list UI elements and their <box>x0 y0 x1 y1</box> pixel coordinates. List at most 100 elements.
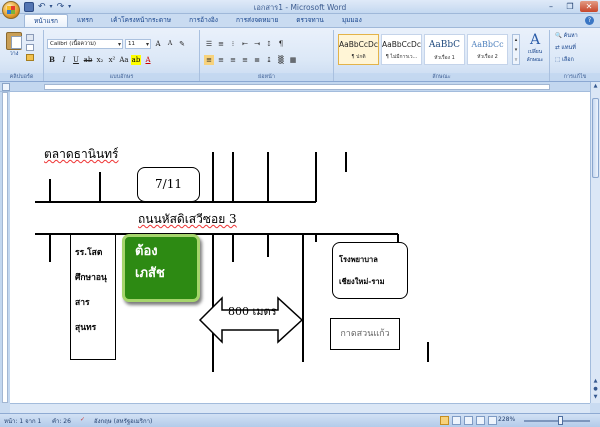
paragraph-group-label: ย่อหน้า <box>200 73 333 81</box>
style-heading-1[interactable]: AaBbC หัวเรื่อง 1 <box>424 34 465 65</box>
zoom-slider[interactable] <box>524 420 590 422</box>
change-styles-button[interactable]: A เปลี่ยน ลักษณะ <box>522 32 548 64</box>
minimize-icon[interactable]: – <box>542 1 560 12</box>
tab-references[interactable]: การอ้างอิง <box>180 14 227 27</box>
pharmacy-line: ต้อง <box>135 244 158 259</box>
zoom-level[interactable]: 228% <box>498 416 515 423</box>
print-layout-icon[interactable] <box>440 416 449 425</box>
align-left-icon[interactable]: ≡ <box>204 55 214 65</box>
sort-icon[interactable]: ↕ <box>264 39 274 49</box>
style-no-spacing[interactable]: AaBbCcDc ¶ ไม่มีการเว... <box>381 34 422 65</box>
find-label: ค้นหา <box>563 33 578 39</box>
align-center-icon[interactable]: ≡ <box>216 55 226 65</box>
status-bar: หน้า: 1 จาก 1 คำ: 26 ✓ อังกฤษ (สหรัฐอเมร… <box>0 413 600 427</box>
style-normal[interactable]: AaBbCcDc ¶ ปกติ <box>338 34 379 65</box>
select-button[interactable]: ⬚ เลือก <box>555 56 578 64</box>
draft-icon[interactable] <box>488 416 497 425</box>
next-page-icon[interactable]: ▼ <box>592 394 599 402</box>
format-painter-icon[interactable] <box>26 54 34 61</box>
increase-indent-icon[interactable]: ⇥ <box>252 39 262 49</box>
vertical-scrollbar[interactable]: ▲ ▲ ● ▼ <box>590 82 600 403</box>
vertical-ruler-area <box>0 92 10 403</box>
font-name-combo[interactable]: Calibri (เนื้อความ) <box>47 39 123 49</box>
full-screen-icon[interactable] <box>452 416 461 425</box>
styles-gallery: AaBbCcDc ¶ ปกติ AaBbCcDc ¶ ไม่มีการเว...… <box>338 34 508 65</box>
web-layout-icon[interactable] <box>464 416 473 425</box>
tab-view[interactable]: มุมมอง <box>333 14 371 27</box>
align-right-icon[interactable]: ≡ <box>228 55 238 65</box>
font-color-icon[interactable]: A <box>143 55 153 65</box>
line-spacing-icon[interactable]: ↨ <box>264 55 274 65</box>
show-marks-icon[interactable]: ¶ <box>276 39 286 49</box>
vertical-ruler[interactable] <box>2 92 8 403</box>
distributed-icon[interactable]: ≣ <box>252 55 262 65</box>
cut-icon[interactable] <box>26 34 34 41</box>
highlight-icon[interactable]: ab <box>131 55 141 65</box>
tab-home[interactable]: หน้าแรก <box>24 14 68 27</box>
tab-selector[interactable] <box>2 83 10 91</box>
kad-box: กาดสวนแก้ว <box>330 318 400 350</box>
underline-icon[interactable]: U <box>71 55 81 65</box>
italic-icon[interactable]: I <box>59 55 69 65</box>
horizontal-ruler[interactable] <box>44 84 550 90</box>
grow-font-icon[interactable]: A <box>153 39 163 49</box>
subscript-icon[interactable]: x₂ <box>95 55 105 65</box>
word-count[interactable]: คำ: 26 <box>52 416 71 426</box>
document-page[interactable]: ตลาดธานินทร์ ถนนหัสดิเสวีซอย 3 7/11 รร.โ… <box>10 92 590 403</box>
numbering-icon[interactable]: ≡ <box>216 39 226 49</box>
justify-icon[interactable]: ≡ <box>240 55 250 65</box>
tab-review[interactable]: ตรวจทาน <box>287 14 333 27</box>
ribbon: วาง คลิปบอร์ด Calibri (เนื้อความ) 11 A A… <box>0 27 600 82</box>
superscript-icon[interactable]: x² <box>107 55 117 65</box>
style-heading-2[interactable]: AaBbCc หัวเรื่อง 2 <box>467 34 508 65</box>
styles-gallery-scroll[interactable]: ▴ ▾ ▿ <box>512 34 520 65</box>
clear-format-icon[interactable]: ✎ <box>177 39 187 49</box>
replace-label: แทนที่ <box>561 45 576 51</box>
paste-button[interactable]: วาง <box>4 32 24 57</box>
change-case-icon[interactable]: Aa <box>119 55 129 65</box>
tab-page-layout[interactable]: เค้าโครงหน้ากระดาษ <box>102 14 180 27</box>
decrease-indent-icon[interactable]: ⇤ <box>240 39 250 49</box>
market-label: ตลาดธานินทร์ <box>44 147 119 161</box>
close-icon[interactable]: ✕ <box>580 1 598 12</box>
horizontal-ruler-area <box>0 82 600 92</box>
font-group-label: แบบอักษร <box>44 73 199 81</box>
shrink-font-icon[interactable]: A <box>165 39 175 49</box>
replace-button[interactable]: ⇄ แทนที่ <box>555 44 578 52</box>
school-box: รร.โสต ศึกษาอนุ สาร สุนทร <box>70 234 116 360</box>
scroll-thumb[interactable] <box>592 98 599 178</box>
tab-mailings[interactable]: การส่งจดหมาย <box>227 14 287 27</box>
style-name: ¶ ไม่มีการเว... <box>385 54 418 60</box>
find-button[interactable]: 🔍 ค้นหา <box>555 32 578 40</box>
zoom-slider-handle[interactable] <box>558 416 563 425</box>
scroll-up-icon[interactable]: ▲ <box>592 83 599 91</box>
shading-icon[interactable]: ▒ <box>276 55 286 65</box>
office-button[interactable] <box>2 1 20 19</box>
strikethrough-icon[interactable]: ab <box>83 55 93 65</box>
help-icon[interactable]: ? <box>585 16 594 25</box>
copy-icon[interactable] <box>26 44 34 51</box>
prev-page-icon[interactable]: ▲ <box>592 378 599 386</box>
bullets-icon[interactable]: ☰ <box>204 39 214 49</box>
style-sample: AaBbCcDc <box>382 40 421 49</box>
multilevel-list-icon[interactable]: ⁝ <box>228 39 238 49</box>
borders-icon[interactable]: ▦ <box>288 55 298 65</box>
horizontal-scrollbar[interactable] <box>10 403 590 413</box>
view-buttons <box>440 416 497 425</box>
style-sample: AaBbC <box>428 40 461 50</box>
box-711: 7/11 <box>137 167 200 202</box>
restore-icon[interactable]: ❐ <box>561 1 579 12</box>
page-count[interactable]: หน้า: 1 จาก 1 <box>4 416 41 426</box>
language-status[interactable]: อังกฤษ (สหรัฐอเมริกา) <box>94 416 152 426</box>
binoculars-icon: 🔍 <box>555 33 562 39</box>
clipboard-group: วาง คลิปบอร์ด <box>0 30 44 81</box>
browse-object-icon[interactable]: ● <box>592 386 599 394</box>
hospital-line: เชียงใหม่-ราม <box>339 277 385 286</box>
bold-icon[interactable]: B <box>47 55 57 65</box>
title-bar: ↶ ▾ ↷ ▾ เอกสาร1 - Microsoft Word – ❐ ✕ <box>0 0 600 19</box>
proofing-icon[interactable]: ✓ <box>80 416 85 423</box>
font-size-combo[interactable]: 11 <box>125 39 151 49</box>
paragraph-group: ☰ ≡ ⁝ ⇤ ⇥ ↕ ¶ ≡ ≡ ≡ ≡ ≣ ↨ ▒ ▦ ย่อหน้า <box>200 30 334 81</box>
tab-insert[interactable]: แทรก <box>68 14 102 27</box>
outline-icon[interactable] <box>476 416 485 425</box>
